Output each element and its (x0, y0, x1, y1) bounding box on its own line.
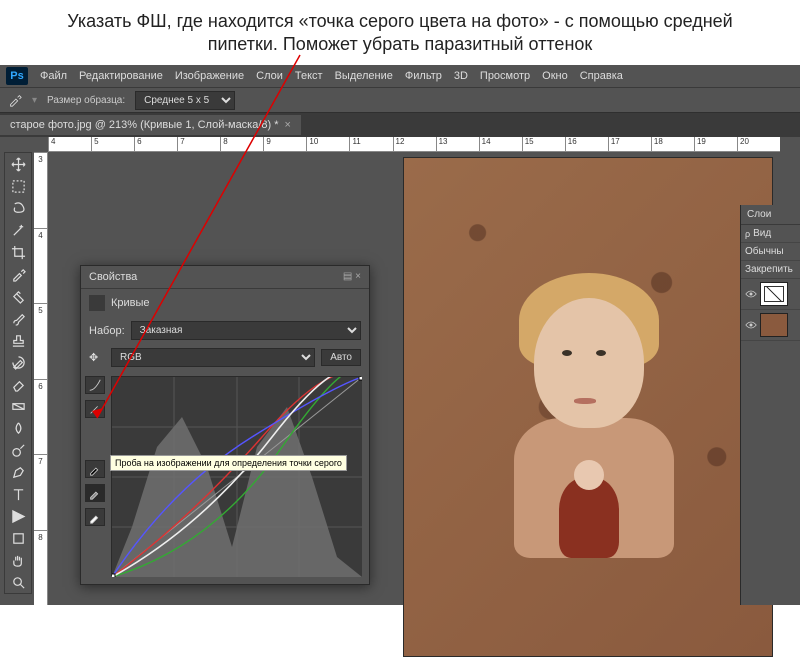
menu-select[interactable]: Выделение (335, 70, 393, 82)
pen-tool[interactable] (5, 461, 31, 483)
properties-panel: Свойства ▤ × Кривые Набор: Заказная ✥ RG… (80, 265, 370, 585)
crop-tool[interactable] (5, 241, 31, 263)
photoshop-window: Ps Файл Редактирование Изображение Слои … (0, 65, 800, 605)
menu-layer[interactable]: Слои (256, 70, 283, 82)
black-point-eyedropper[interactable] (85, 460, 105, 478)
sample-size-label: Размер образца: (47, 95, 125, 106)
history-brush-tool[interactable] (5, 351, 31, 373)
path-tool[interactable] (5, 505, 31, 527)
curve-point-tool[interactable] (85, 376, 105, 394)
sampler-icon[interactable]: ✥ (89, 351, 105, 364)
heal-tool[interactable] (5, 285, 31, 307)
menu-bar: Ps Файл Редактирование Изображение Слои … (0, 65, 800, 87)
eye-icon[interactable] (745, 289, 757, 299)
stamp-tool[interactable] (5, 329, 31, 351)
document-image[interactable] (403, 157, 773, 657)
eye-icon[interactable] (745, 320, 757, 330)
options-bar: ▾ Размер образца: Среднее 5 x 5 (0, 87, 800, 113)
adjustment-type-label: Кривые (111, 297, 150, 309)
curve-draw-tool[interactable] (85, 400, 105, 418)
menu-help[interactable]: Справка (580, 70, 623, 82)
document-tab-bar: старое фото.jpg @ 213% (Кривые 1, Слой-м… (0, 113, 800, 137)
curves-graph[interactable]: Проба на изображении для определения точ… (111, 376, 361, 576)
close-icon[interactable]: × (285, 119, 291, 131)
layer-row-curves[interactable] (741, 279, 800, 310)
zoom-tool[interactable] (5, 571, 31, 593)
menu-3d[interactable]: 3D (454, 70, 468, 82)
dodge-tool[interactable] (5, 439, 31, 461)
menu-type[interactable]: Текст (295, 70, 323, 82)
menu-edit[interactable]: Редактирование (79, 70, 163, 82)
gray-point-tooltip: Проба на изображении для определения точ… (110, 455, 347, 471)
ruler-vertical: 345 678 (34, 152, 48, 605)
layer-row-background[interactable] (741, 310, 800, 341)
brush-tool[interactable] (5, 307, 31, 329)
shape-tool[interactable] (5, 527, 31, 549)
move-tool[interactable] (5, 153, 31, 175)
panel-menu-icon[interactable]: ▤ × (343, 271, 361, 283)
curves-side-tools (85, 376, 107, 526)
sample-size-select[interactable]: Среднее 5 x 5 (135, 91, 235, 110)
layers-panel: Слои ρВид Обычны Закрепить (740, 205, 800, 605)
blur-tool[interactable] (5, 417, 31, 439)
layer-thumb-image (760, 313, 788, 337)
preset-label: Набор: (89, 325, 125, 337)
layer-thumb-curves (760, 282, 788, 306)
toolbox (4, 152, 32, 594)
menu-image[interactable]: Изображение (175, 70, 244, 82)
marquee-tool[interactable] (5, 175, 31, 197)
eraser-tool[interactable] (5, 373, 31, 395)
menu-window[interactable]: Окно (542, 70, 568, 82)
tab-title: старое фото.jpg @ 213% (Кривые 1, Слой-м… (10, 119, 279, 131)
lasso-tool[interactable] (5, 197, 31, 219)
blend-mode-select[interactable]: Обычны (745, 246, 784, 257)
slide-title: Указать ФШ, где находится «точка серого … (0, 0, 800, 65)
hand-tool[interactable] (5, 549, 31, 571)
properties-title: Свойства (89, 271, 137, 283)
document-tab[interactable]: старое фото.jpg @ 213% (Кривые 1, Слой-м… (0, 115, 301, 135)
layers-kind-label: Вид (753, 228, 771, 239)
app-logo: Ps (6, 67, 28, 85)
menu-filter[interactable]: Фильтр (405, 70, 442, 82)
menu-file[interactable]: Файл (40, 70, 67, 82)
menu-view[interactable]: Просмотр (480, 70, 530, 82)
eyedropper-icon (8, 93, 22, 107)
white-point-eyedropper[interactable] (85, 508, 105, 526)
auto-button[interactable]: Авто (321, 349, 361, 366)
gray-point-eyedropper[interactable] (85, 484, 105, 502)
curves-icon (89, 295, 105, 311)
lock-label: Закрепить (745, 264, 793, 275)
gradient-tool[interactable] (5, 395, 31, 417)
layers-title: Слои (741, 205, 800, 225)
type-tool[interactable] (5, 483, 31, 505)
eyedropper-tool[interactable] (5, 263, 31, 285)
preset-select[interactable]: Заказная (131, 321, 361, 340)
channel-select[interactable]: RGB (111, 348, 315, 367)
ruler-horizontal: 456 789 101112 131415 161718 1920 (48, 137, 780, 152)
wand-tool[interactable] (5, 219, 31, 241)
